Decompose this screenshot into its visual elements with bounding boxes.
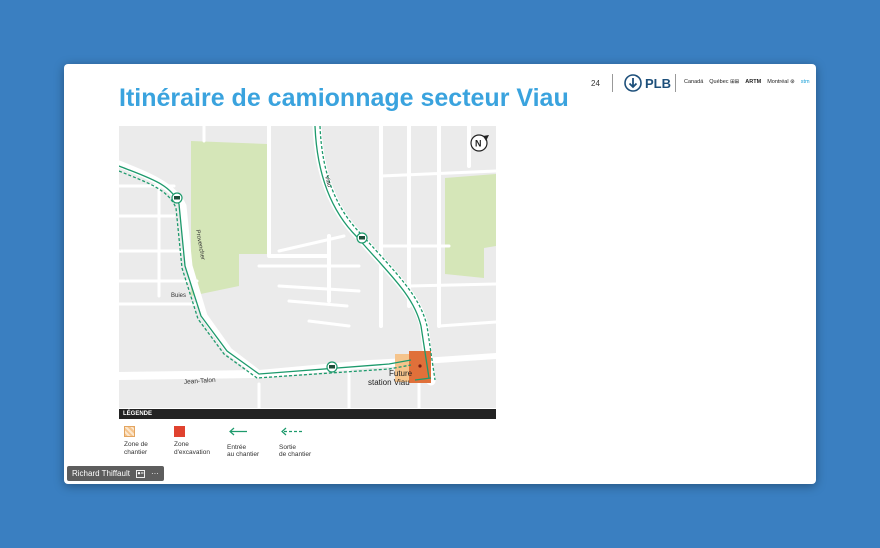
route-map: N Viau Provencher Buies Jean-Talon Futur… [119, 126, 496, 408]
legend-item-construction-zone: Zone de chantier [124, 426, 148, 456]
exit-arrow-icon [281, 427, 302, 436]
plb-logo: PLB [624, 73, 671, 93]
page-number: 24 [591, 79, 600, 88]
truck-marker [171, 192, 183, 204]
legend-item-excavation-zone: Zone d'excavation [174, 426, 210, 456]
presentation-slide: Itinéraire de camionnage secteur Viau 24… [64, 64, 816, 484]
street-label-buies: Buies [171, 293, 186, 299]
legend-item-entry: Entrée au chantier [227, 426, 259, 459]
more-icon[interactable]: ··· [151, 469, 159, 478]
site-label: station Viau [368, 378, 410, 387]
hatch-swatch-icon [124, 426, 135, 437]
presenter-name: Richard Thiffault [72, 469, 130, 478]
header-divider [612, 74, 613, 92]
logo-label: PLB [645, 75, 671, 91]
header-divider [675, 74, 676, 92]
legend: Zone de chantier Zone d'excavation Entré… [119, 424, 496, 464]
partner-logos: Canadä Québec ⊞⊞ ARTM Montréal ⊛ stm [684, 79, 810, 85]
partner-stm: stm [800, 79, 810, 85]
partner-montreal: Montréal ⊛ [767, 79, 795, 85]
slide-title: Itinéraire de camionnage secteur Viau [119, 84, 569, 112]
presenter-badge[interactable]: Richard Thiffault ··· [67, 466, 164, 481]
partner-quebec: Québec ⊞⊞ [709, 79, 740, 85]
truck-marker [356, 232, 368, 244]
site-label: Future [389, 369, 413, 378]
participants-icon[interactable] [136, 469, 145, 478]
down-arrow-circle-icon [624, 74, 642, 92]
entry-arrow-icon [229, 427, 247, 436]
legend-title: LÉGENDE [119, 409, 496, 419]
legend-item-exit: Sortie de chantier [279, 426, 311, 459]
truck-marker [326, 361, 338, 373]
excavation-swatch-icon [174, 426, 185, 437]
partner-canada: Canadä [684, 79, 704, 85]
partner-artm: ARTM [745, 79, 762, 85]
north-label: N [475, 139, 482, 149]
